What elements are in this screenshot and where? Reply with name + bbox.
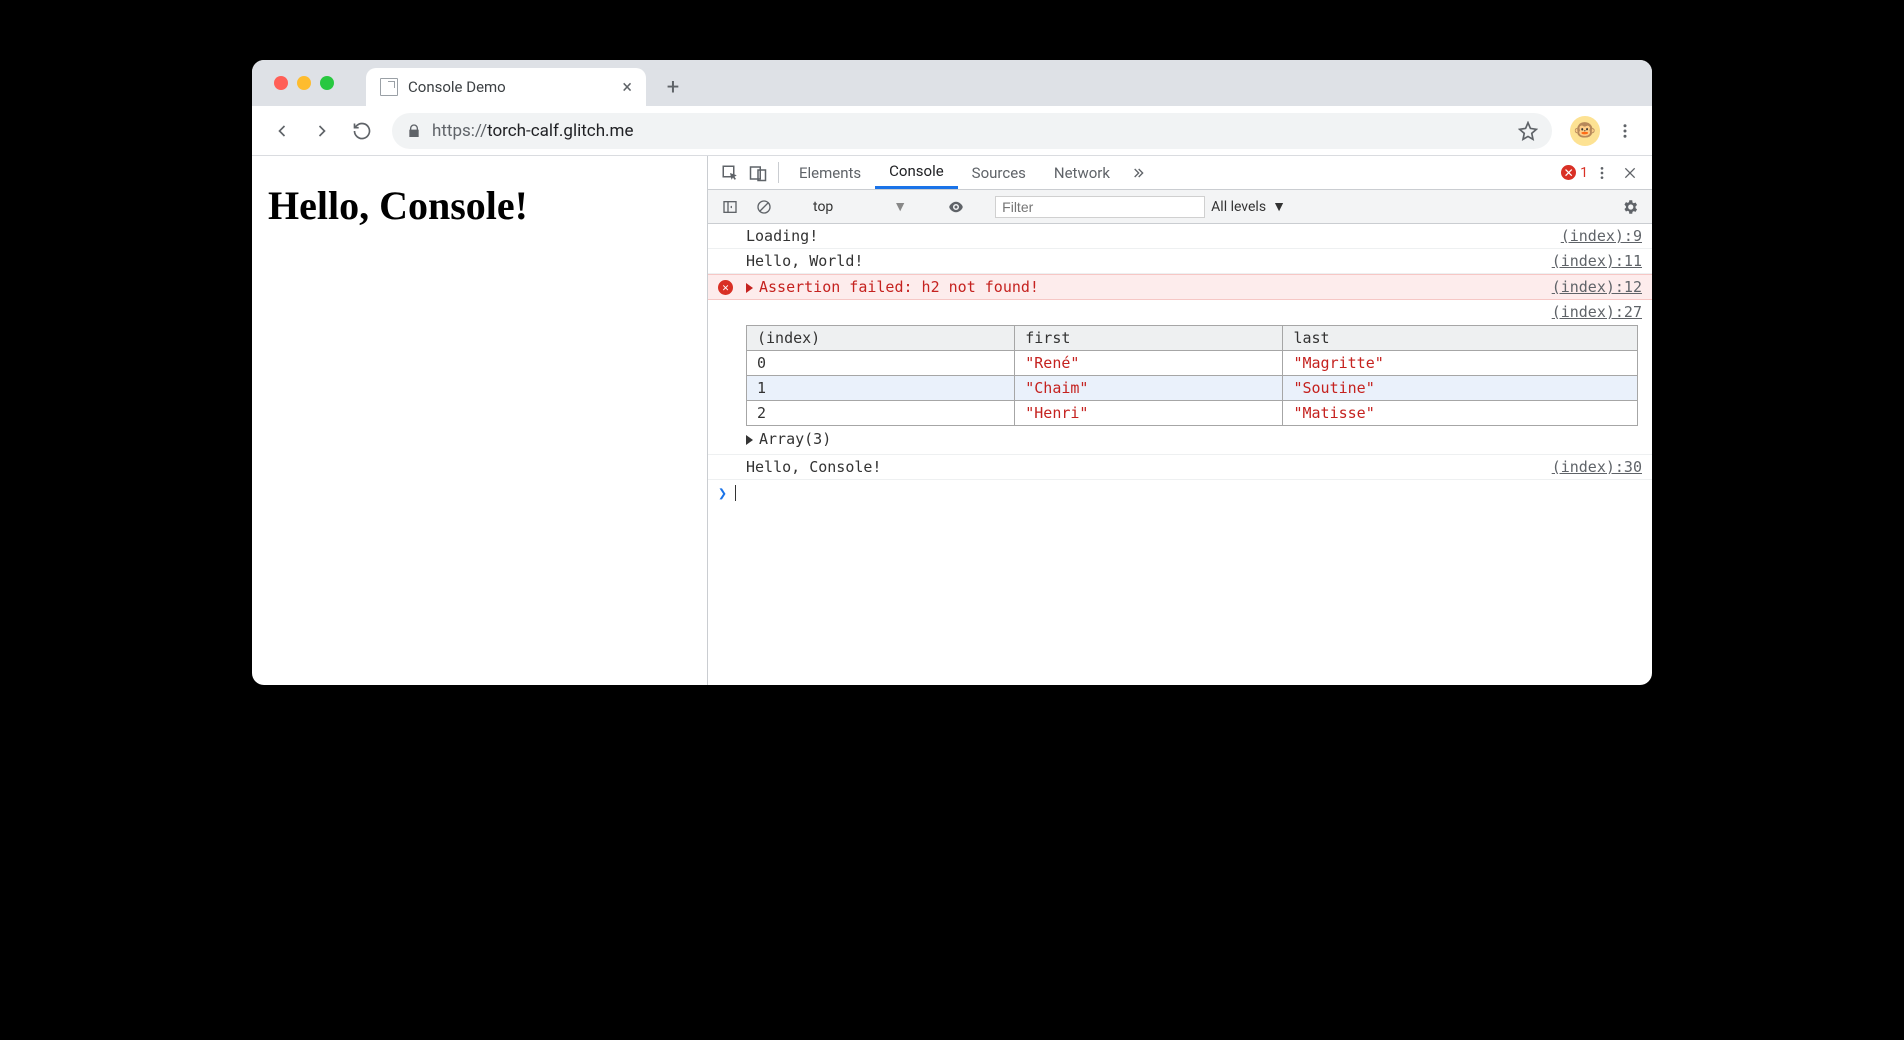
console-filter-input[interactable] — [995, 196, 1205, 218]
expand-triangle-icon[interactable] — [746, 435, 753, 445]
source-link[interactable]: (index):12 — [1552, 278, 1642, 296]
lock-icon — [406, 123, 422, 139]
caret-down-icon: ▼ — [893, 198, 907, 215]
devtools-panel: Elements Console Sources Network ✕ 1 — [707, 156, 1652, 685]
content-area: Hello, Console! Elements Console Sources… — [252, 156, 1652, 685]
live-expression-button[interactable] — [942, 198, 970, 216]
array-summary[interactable]: Array(3) — [746, 430, 831, 448]
console-settings-button[interactable] — [1616, 198, 1644, 216]
console-log-row: Hello, World! (index):11 — [708, 249, 1652, 274]
window-minimize-button[interactable] — [297, 76, 311, 90]
table-row: 1 "Chaim" "Soutine" — [747, 376, 1638, 401]
browser-tab[interactable]: Console Demo × — [366, 68, 646, 106]
tab-elements[interactable]: Elements — [785, 156, 875, 189]
device-toolbar-button[interactable] — [744, 156, 772, 189]
devtools-tabbar: Elements Console Sources Network ✕ 1 — [708, 156, 1652, 190]
source-link[interactable]: (index):9 — [1561, 227, 1642, 245]
window-maximize-button[interactable] — [320, 76, 334, 90]
expand-triangle-icon[interactable] — [746, 283, 753, 293]
new-tab-button[interactable]: + — [658, 72, 688, 102]
console-table-row: (index):27 (index) first last 0 "René" "… — [708, 300, 1652, 455]
console-output[interactable]: Loading! (index):9 Hello, World! (index)… — [708, 224, 1652, 685]
omnibox[interactable]: https://torch-calf.glitch.me — [392, 113, 1552, 149]
text-cursor — [735, 485, 736, 501]
reload-button[interactable] — [344, 113, 380, 149]
url-text: https://torch-calf.glitch.me — [432, 121, 633, 141]
error-icon: ✕ — [1561, 165, 1576, 180]
console-sidebar-toggle[interactable] — [716, 199, 744, 215]
profile-avatar[interactable]: 🐵 — [1570, 116, 1600, 146]
browser-window: Console Demo × + https://torch-calf.glit… — [252, 60, 1652, 685]
execution-context-select[interactable]: top ▼ — [803, 198, 917, 215]
window-close-button[interactable] — [274, 76, 288, 90]
browser-tabbar: Console Demo × + — [252, 60, 1652, 106]
error-count-badge[interactable]: ✕ 1 — [1561, 156, 1588, 189]
tab-network[interactable]: Network — [1040, 156, 1124, 189]
more-tabs-button[interactable] — [1124, 156, 1152, 189]
page-heading: Hello, Console! — [268, 182, 691, 229]
console-log-row: Loading! (index):9 — [708, 224, 1652, 249]
devtools-close-button[interactable] — [1616, 156, 1644, 189]
table-row: 2 "Henri" "Matisse" — [747, 401, 1638, 426]
clear-console-button[interactable] — [750, 199, 778, 215]
bookmark-star-icon[interactable] — [1518, 121, 1538, 141]
file-icon — [380, 78, 398, 96]
page-viewport: Hello, Console! — [252, 156, 707, 685]
source-link[interactable]: (index):30 — [1552, 458, 1642, 476]
caret-down-icon: ▼ — [1272, 198, 1286, 215]
forward-button[interactable] — [304, 113, 340, 149]
tab-close-button[interactable]: × — [622, 77, 632, 98]
source-link[interactable]: (index):27 — [1552, 303, 1642, 321]
address-bar: https://torch-calf.glitch.me 🐵 — [252, 106, 1652, 156]
console-error-row[interactable]: ✕ Assertion failed: h2 not found! (index… — [708, 274, 1652, 300]
browser-menu-button[interactable] — [1610, 122, 1640, 140]
error-icon: ✕ — [718, 280, 733, 295]
window-controls — [266, 60, 338, 106]
source-link[interactable]: (index):11 — [1552, 252, 1642, 270]
back-button[interactable] — [264, 113, 300, 149]
prompt-chevron-icon: ❯ — [718, 484, 727, 502]
console-toolbar: top ▼ All levels ▼ — [708, 190, 1652, 224]
log-levels-select[interactable]: All levels ▼ — [1211, 198, 1286, 215]
table-row: 0 "René" "Magritte" — [747, 351, 1638, 376]
console-log-row: Hello, Console! (index):30 — [708, 455, 1652, 480]
console-table: (index) first last 0 "René" "Magritte" — [746, 325, 1638, 426]
tab-title: Console Demo — [408, 78, 506, 96]
inspect-element-button[interactable] — [716, 156, 744, 189]
console-prompt[interactable]: ❯ — [708, 480, 1652, 506]
tab-console[interactable]: Console — [875, 156, 958, 189]
devtools-menu-button[interactable] — [1588, 156, 1616, 189]
tab-sources[interactable]: Sources — [958, 156, 1040, 189]
separator — [778, 162, 779, 183]
